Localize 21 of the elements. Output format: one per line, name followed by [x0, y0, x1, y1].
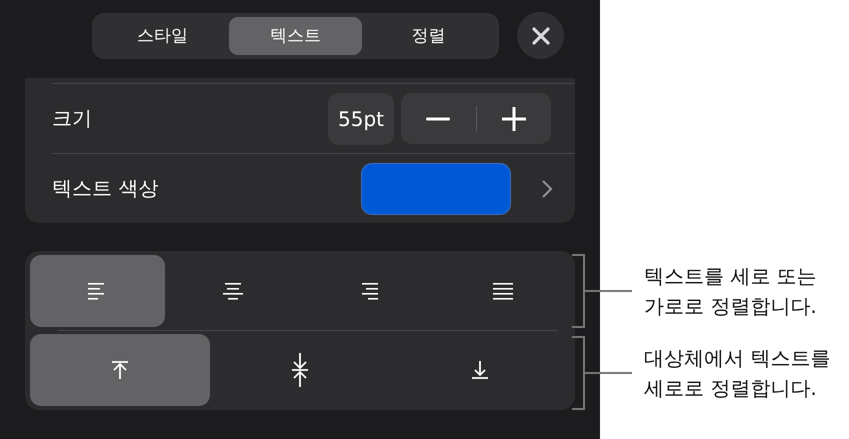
align-button[interactable]: [30, 255, 165, 327]
callout-text: 텍스트를 세로 또는 가로로 정렬합니다.: [644, 263, 818, 320]
text-color-label: 텍스트 색상: [52, 175, 158, 202]
tab[interactable]: 스타일: [96, 16, 229, 54]
close-icon: [530, 26, 550, 46]
tab[interactable]: 정렬: [362, 16, 495, 54]
size-label: 크기: [52, 105, 92, 132]
align-top-icon: [110, 360, 130, 380]
align-bottom-icon: [470, 360, 490, 380]
vertical-align-button[interactable]: [30, 334, 210, 406]
align-icon: [492, 281, 512, 301]
callout-text: 대상체에서 텍스트를 세로로 정렬합니다.: [644, 345, 832, 402]
align-middle-icon: [290, 353, 310, 387]
color-swatch[interactable]: [361, 162, 511, 214]
size-value[interactable]: 55pt: [328, 92, 394, 144]
minus-icon: [426, 116, 450, 120]
tab[interactable]: 텍스트: [229, 16, 362, 54]
align-icon: [222, 281, 242, 301]
close-button[interactable]: [517, 12, 564, 59]
plus-icon: [502, 106, 526, 130]
chevron-icon: [541, 178, 553, 198]
